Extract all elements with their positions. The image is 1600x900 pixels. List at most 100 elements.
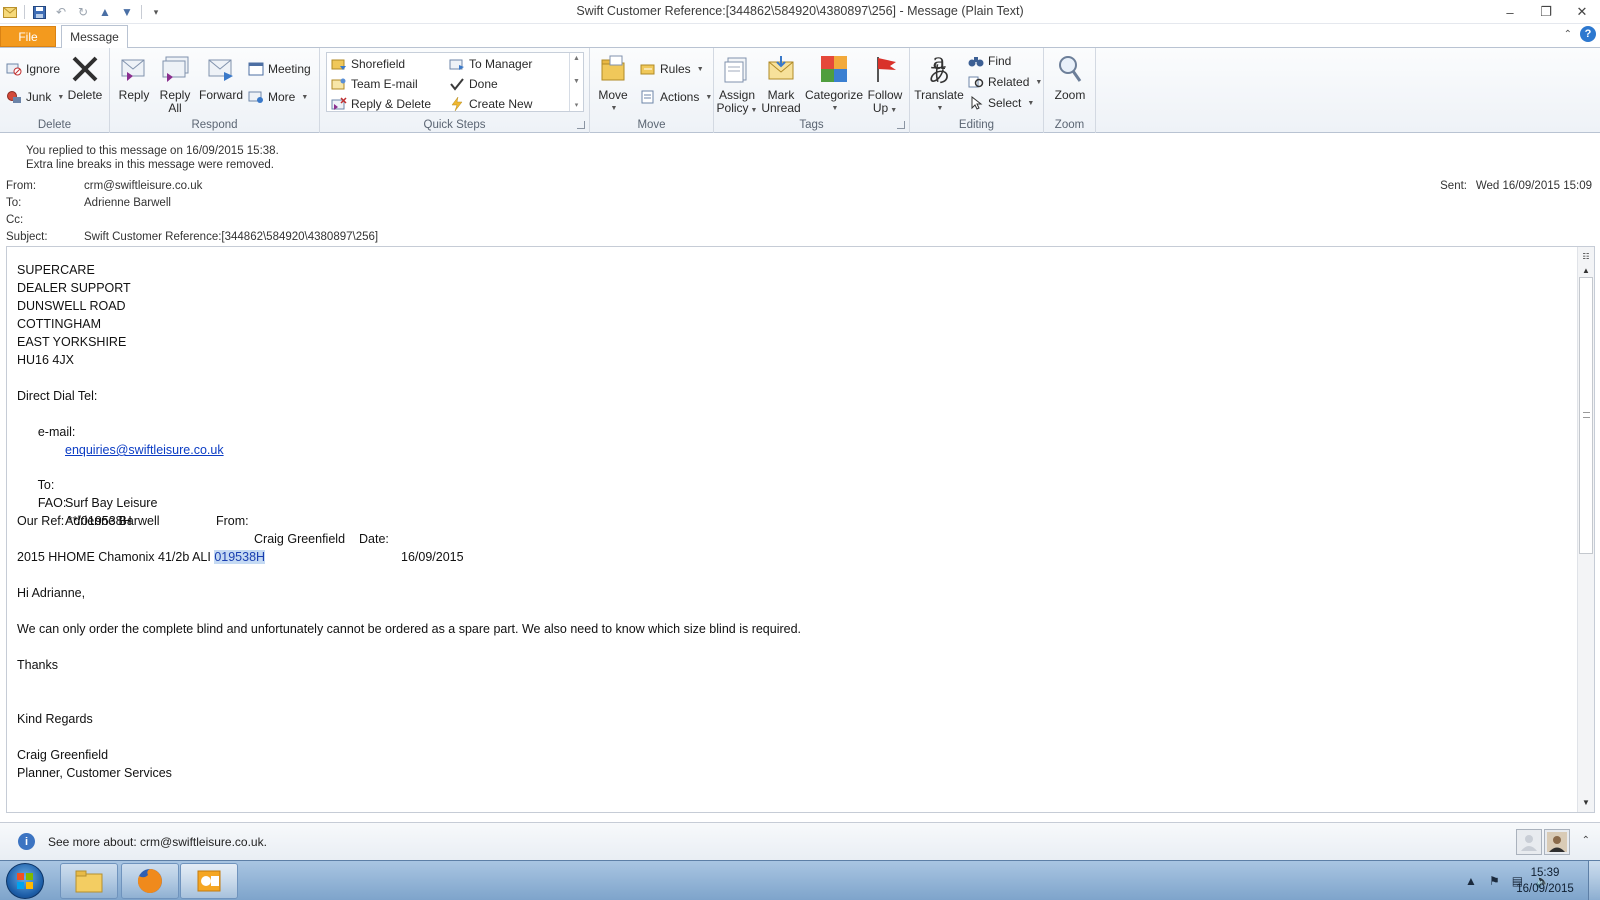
group-label-editing: Editing	[958, 119, 995, 131]
quickstep-done[interactable]: Done	[449, 75, 498, 93]
meeting-button[interactable]: Meeting	[248, 60, 311, 78]
chevron-down-icon: ▼	[831, 105, 839, 112]
save-icon[interactable]	[31, 4, 47, 20]
close-button[interactable]: ✕	[1564, 0, 1600, 24]
restore-button[interactable]: ❐	[1528, 0, 1564, 24]
clock[interactable]: 15:39 16/09/2015	[1510, 865, 1580, 897]
to-value[interactable]: Adrienne Barwell	[84, 197, 171, 209]
quickstep-create-new[interactable]: Create New	[449, 95, 532, 113]
from-value[interactable]: crm@swiftleisure.co.uk	[84, 180, 202, 192]
split-view-icon[interactable]: ☷	[1578, 249, 1594, 263]
categorize-button[interactable]: Categorize ▼	[805, 52, 863, 115]
follow-up-button[interactable]: Follow Up ▼	[864, 52, 906, 117]
highlighted-selection[interactable]: 019538H	[214, 550, 266, 564]
scroll-down-icon[interactable]: ▼	[1578, 795, 1594, 809]
chevron-down-icon: ▼	[1035, 78, 1043, 86]
chevron-down-icon: ▼	[610, 105, 618, 112]
direct-dial: Direct Dial Tel:	[17, 389, 98, 403]
previous-item-icon[interactable]: ▲	[97, 4, 113, 20]
related-button[interactable]: Related ▼	[968, 73, 1042, 91]
scroll-up-icon[interactable]: ▲	[1578, 263, 1594, 277]
quickstep-shorefield[interactable]: Shorefield	[331, 55, 405, 73]
redo-icon[interactable]: ↻	[75, 4, 91, 20]
binoculars-icon	[968, 53, 984, 69]
quick-steps-scroll[interactable]: ▲ ▼ ▾	[569, 53, 583, 111]
taskbar-outlook[interactable]	[180, 863, 238, 899]
team-email-icon	[331, 76, 347, 92]
show-hidden-icons-icon[interactable]: ▲	[1465, 874, 1477, 888]
customize-qat-icon[interactable]: ▾	[148, 4, 164, 20]
tab-message[interactable]: Message	[61, 25, 128, 48]
actions-button[interactable]: Actions ▼	[640, 88, 712, 106]
folder-move-icon	[331, 56, 347, 72]
info-bar[interactable]: You replied to this message on 16/09/201…	[0, 134, 1600, 174]
window-title: Swift Customer Reference:[344862\584920\…	[576, 4, 1024, 18]
mail-icon	[2, 4, 18, 20]
body-line: COTTINGHAM	[17, 317, 102, 331]
reply-button[interactable]: Reply	[116, 52, 152, 102]
to-row: To: Adrienne Barwell	[6, 197, 171, 209]
rules-icon	[640, 61, 656, 77]
next-item-icon[interactable]: ▼	[119, 4, 135, 20]
action-center-flag-icon[interactable]: ⚑	[1489, 874, 1500, 888]
more-respond-icon	[248, 89, 264, 105]
delete-button[interactable]: Delete	[64, 52, 106, 102]
taskbar-explorer[interactable]	[60, 863, 118, 899]
scroll-down-icon[interactable]: ▼	[573, 78, 580, 85]
folder-icon	[75, 870, 103, 893]
minimize-button[interactable]: –	[1492, 0, 1528, 24]
taskbar-firefox[interactable]	[121, 863, 179, 899]
chevron-down-icon: ▼	[301, 93, 309, 101]
expand-people-pane-icon[interactable]: ⌃	[1582, 835, 1590, 846]
undo-icon[interactable]: ↶	[53, 4, 69, 20]
start-button[interactable]	[6, 863, 44, 899]
mark-unread-button[interactable]: Mark Unread	[760, 52, 802, 115]
scrollbar-thumb[interactable]	[1579, 277, 1593, 554]
body-scrollbar[interactable]: ☷ ▲ ▼	[1577, 247, 1594, 812]
window-controls: – ❐ ✕	[1492, 0, 1600, 24]
quickstep-team-email[interactable]: Team E-mail	[331, 75, 418, 93]
show-desktop-button[interactable]	[1588, 861, 1600, 900]
expand-gallery-icon[interactable]: ▾	[575, 101, 579, 109]
move-button[interactable]: Move ▼	[594, 52, 632, 115]
zoom-button[interactable]: Zoom	[1048, 52, 1092, 102]
quickstep-reply-delete[interactable]: Reply & Delete	[331, 95, 431, 113]
select-button[interactable]: Select ▼	[968, 94, 1034, 112]
actions-icon	[640, 89, 656, 105]
ignore-button[interactable]: Ignore	[6, 60, 60, 78]
related-icon	[968, 74, 984, 90]
mark-unread-icon	[764, 52, 798, 86]
quick-steps-gallery: Shorefield Team E-mail Reply & Delete To…	[326, 52, 584, 112]
ribbon: Ignore Junk ▼ Delete Delete Reply Reply …	[0, 47, 1600, 133]
collapse-ribbon-icon[interactable]: ⌃	[1564, 29, 1572, 40]
forward-button[interactable]: Forward	[198, 52, 244, 102]
help-icon[interactable]: ?	[1580, 26, 1596, 42]
quickstep-to-manager[interactable]: To Manager	[449, 55, 532, 73]
reply-all-button[interactable]: Reply All	[156, 52, 194, 115]
body-line: DUNSWELL ROAD	[17, 299, 126, 313]
chevron-down-icon: ▼	[936, 105, 944, 112]
assign-policy-button[interactable]: Assign Policy ▼	[716, 52, 758, 117]
move-group: Move ▼ Rules ▼ Actions ▼ Move	[590, 48, 714, 133]
avatar[interactable]	[1516, 829, 1542, 855]
cc-row: Cc:	[6, 214, 24, 226]
email-link[interactable]: enquiries@swiftleisure.co.uk	[65, 441, 224, 459]
chevron-down-icon: ▼	[705, 93, 713, 101]
translate-button[interactable]: aあ Translate ▼	[914, 52, 964, 115]
rules-button[interactable]: Rules ▼	[640, 60, 704, 78]
people-pane-text[interactable]: See more about: crm@swiftleisure.co.uk.	[48, 835, 267, 849]
more-respond-button[interactable]: More ▼	[248, 88, 308, 106]
reply-all-icon	[158, 52, 192, 86]
scroll-up-icon[interactable]: ▲	[573, 55, 580, 62]
avatar[interactable]	[1544, 829, 1570, 855]
group-label-respond: Respond	[191, 119, 238, 131]
memo-to-row: To: Surf Bay Leisure From: Craig Greenfi…	[37, 478, 346, 546]
qat-separator	[141, 5, 142, 19]
move-folder-icon	[596, 52, 630, 86]
junk-button[interactable]: Junk ▼	[6, 88, 64, 106]
lightning-icon	[449, 96, 465, 112]
signature-title: Planner, Customer Services	[17, 766, 172, 780]
message-body[interactable]: SUPERCARE DEALER SUPPORT DUNSWELL ROAD C…	[6, 246, 1595, 813]
find-button[interactable]: Find	[968, 52, 1011, 70]
tab-file[interactable]: File	[0, 26, 56, 47]
